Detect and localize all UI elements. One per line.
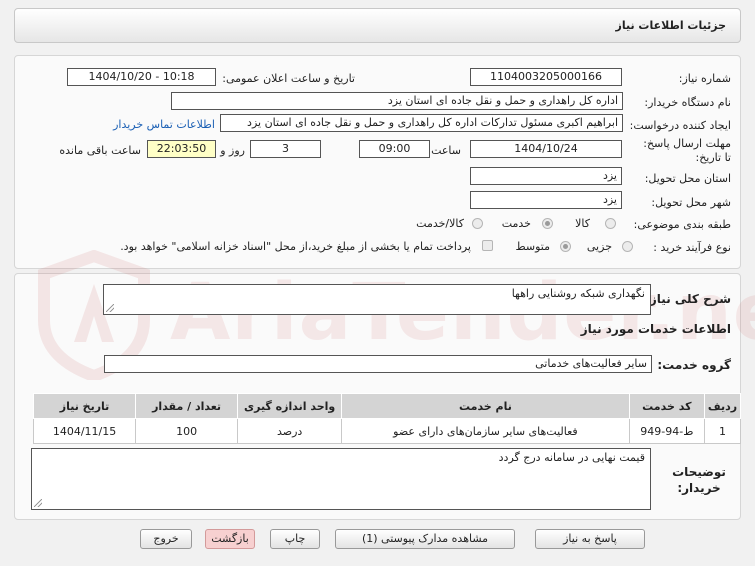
resize-handle-icon[interactable] (34, 499, 42, 507)
deadline-date-field[interactable]: 1404/10/24 (470, 140, 622, 158)
process-radio-minor[interactable] (622, 241, 633, 252)
print-button[interactable]: چاپ (270, 529, 320, 549)
creator-field[interactable]: ابراهیم اکبری مسئول تدارکات اداره کل راه… (220, 114, 623, 132)
process-label: نوع فرآیند خرید : (653, 241, 731, 254)
announce-date-label: تاریخ و ساعت اعلان عمومی: (222, 72, 355, 85)
col-need-date: تاریخ نیاز (32, 393, 137, 419)
province-label: استان محل تحویل: (644, 172, 731, 185)
buyer-org-label: نام دستگاه خریدار: (644, 96, 731, 109)
process-radio-medium[interactable] (560, 241, 571, 252)
deadline-label: مهلت ارسال پاسخ: تا تاریخ: (643, 137, 731, 164)
need-number-field[interactable]: 1104003205000166 (470, 68, 622, 86)
page-header: جزئیات اطلاعات نیاز (14, 8, 741, 43)
buyer-notes-text: قیمت نهایی در سامانه درج گردد (498, 451, 645, 464)
deadline-time-field[interactable]: 09:00 (359, 140, 430, 158)
services-table: ردیف کد خدمت نام خدمت واحد اندازه گیری ت… (32, 393, 742, 444)
remaining-time-field[interactable]: 22:03:50 (147, 140, 216, 158)
resize-handle-icon[interactable] (106, 304, 114, 312)
city-field[interactable]: یزد (470, 191, 622, 209)
category-option-goods: کالا (575, 217, 590, 230)
exit-button[interactable]: خروج (140, 529, 192, 549)
buyer-notes-label: توضیحات خریدار: (672, 465, 726, 495)
creator-label: ایجاد کننده درخواست: (629, 119, 731, 132)
deadline-time-label: ساعت (431, 144, 461, 157)
process-option-minor: جزیی (586, 240, 612, 253)
service-group-label: گروه خدمت: (657, 358, 731, 372)
need-info-panel (14, 55, 741, 269)
need-description-field[interactable]: نگهداری شبکه روشنایی راهها (103, 284, 651, 315)
col-unit: واحد اندازه گیری (237, 393, 343, 419)
cell-row: 1 (703, 418, 742, 444)
page-title: جزئیات اطلاعات نیاز (615, 19, 727, 32)
cell-quantity: 100 (135, 418, 239, 444)
cell-service-code: ط-94-949 (628, 418, 705, 444)
need-description-label: شرح کلی نیاز: (645, 292, 731, 306)
announce-date-field[interactable]: 1404/10/20 - 10:18 (67, 68, 216, 86)
remaining-time-label: ساعت باقی مانده (59, 144, 141, 157)
cell-unit: درصد (237, 418, 343, 444)
days-label: روز و (220, 144, 245, 157)
table-header-row: ردیف کد خدمت نام خدمت واحد اندازه گیری ت… (32, 393, 742, 419)
col-row: ردیف (703, 393, 742, 419)
category-radio-goods-service[interactable] (472, 218, 483, 229)
need-number-label: شماره نیاز: (678, 72, 731, 85)
buyer-org-field[interactable]: اداره کل راهداری و حمل و نقل جاده ای است… (171, 92, 623, 110)
category-radio-goods[interactable] (605, 218, 616, 229)
province-field[interactable]: یزد (470, 167, 622, 185)
col-quantity: تعداد / مقدار (135, 393, 239, 419)
table-row[interactable]: 1 ط-94-949 فعالیت‌های سایر سازمان‌های دا… (32, 418, 742, 444)
category-option-goods-service: کالا/خدمت (416, 217, 464, 230)
buyer-contact-link[interactable]: اطلاعات تماس خریدار (113, 118, 215, 131)
col-service-code: کد خدمت (628, 393, 705, 419)
view-attachments-button[interactable]: مشاهده مدارک پیوستی (1) (335, 529, 515, 549)
cell-service-name: فعالیت‌های سایر سازمان‌های دارای عضو (341, 418, 630, 444)
services-section-title: اطلاعات خدمات مورد نیاز (580, 322, 731, 336)
col-service-name: نام خدمت (341, 393, 630, 419)
reply-button[interactable]: پاسخ به نیاز (535, 529, 645, 549)
days-remaining-field[interactable]: 3 (250, 140, 321, 158)
treasury-payment-note: پرداخت تمام یا بخشی از مبلغ خرید،از محل … (120, 240, 471, 253)
back-button[interactable]: بازگشت (205, 529, 255, 549)
category-radio-service[interactable] (542, 218, 553, 229)
category-option-service: خدمت (501, 217, 531, 230)
cell-need-date: 1404/11/15 (32, 418, 137, 444)
buyer-notes-field[interactable]: قیمت نهایی در سامانه درج گردد (31, 448, 651, 510)
category-label: طبقه بندی موضوعی: (633, 218, 731, 231)
treasury-payment-checkbox[interactable] (482, 240, 493, 251)
need-description-text: نگهداری شبکه روشنایی راهها (511, 287, 645, 300)
city-label: شهر محل تحویل: (651, 196, 731, 209)
process-option-medium: متوسط (515, 240, 550, 253)
service-group-field[interactable]: سایر فعالیت‌های خدماتی (104, 355, 652, 373)
